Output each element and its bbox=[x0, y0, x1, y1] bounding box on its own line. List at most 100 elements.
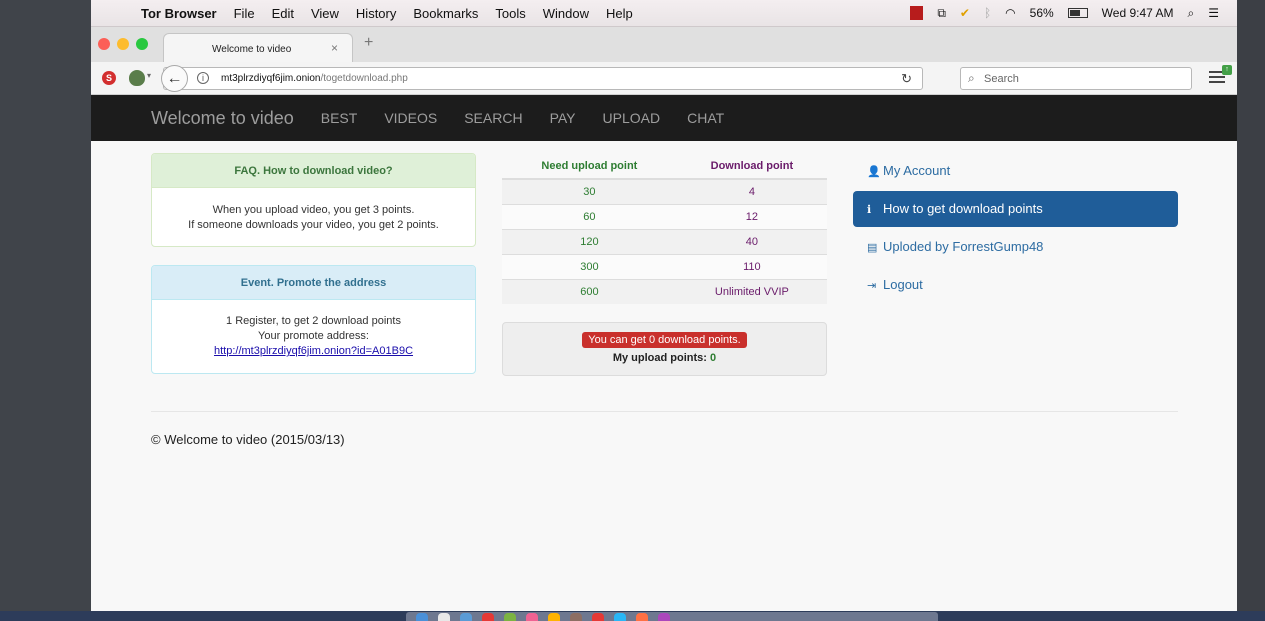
site-navbar: Welcome to video BEST VIDEOS SEARCH PAY … bbox=[91, 95, 1237, 141]
upload-cell: 60 bbox=[502, 203, 677, 229]
column-header-download: Download point bbox=[676, 153, 827, 180]
dock-app-icon[interactable] bbox=[438, 613, 450, 621]
clock[interactable]: Wed 9:47 AM bbox=[1102, 6, 1174, 20]
upload-cell: 120 bbox=[502, 228, 677, 254]
noscript-icon[interactable]: S bbox=[102, 71, 116, 85]
tab-active[interactable]: Welcome to video × bbox=[163, 33, 353, 62]
menu-bookmarks[interactable]: Bookmarks bbox=[413, 6, 478, 21]
url-path: /togetdownload.php bbox=[320, 73, 408, 84]
dock-app-icon[interactable] bbox=[592, 613, 604, 621]
sidebar-item-label: How to get download points bbox=[883, 201, 1043, 216]
nav-chat[interactable]: CHAT bbox=[687, 110, 724, 126]
column-header-upload: Need upload point bbox=[502, 153, 677, 180]
upload-cell: 30 bbox=[502, 178, 677, 204]
close-window-button[interactable] bbox=[98, 38, 110, 50]
points-status-box: You can get 0 download points. My upload… bbox=[502, 322, 827, 376]
table-row: 600 Unlimited VVIP bbox=[502, 278, 827, 304]
notification-center-icon[interactable]: ☰ bbox=[1208, 6, 1219, 20]
tor-status-icon[interactable] bbox=[910, 6, 924, 20]
menu-view[interactable]: View bbox=[311, 6, 339, 21]
sidebar-item-uploaded-by[interactable]: ▤ Uploded by ForrestGump48 bbox=[853, 229, 1178, 265]
tab-close-icon[interactable]: × bbox=[331, 41, 338, 55]
nav-upload[interactable]: UPLOAD bbox=[603, 110, 661, 126]
tor-onion-icon[interactable] bbox=[129, 70, 145, 86]
download-cell: 4 bbox=[676, 178, 827, 204]
menu-file[interactable]: File bbox=[234, 6, 255, 21]
menu-window[interactable]: Window bbox=[543, 6, 589, 21]
status-area: ⧉ ✔ ᛒ ◠ 56% Wed 9:47 AM ⌕ ☰ bbox=[910, 6, 1237, 21]
nav-pay[interactable]: PAY bbox=[550, 110, 576, 126]
minimize-window-button[interactable] bbox=[117, 38, 129, 50]
new-tab-button[interactable]: + bbox=[364, 34, 373, 52]
table-row: 300 110 bbox=[502, 253, 827, 279]
sidebar-item-my-account[interactable]: 👤 My Account bbox=[853, 153, 1178, 189]
points-table: Need upload point Download point 30 4 60… bbox=[502, 153, 827, 304]
download-points-alert: You can get 0 download points. bbox=[582, 332, 747, 348]
dock-app-icon[interactable] bbox=[526, 613, 538, 621]
faq-line: If someone downloads your video, you get… bbox=[188, 219, 439, 231]
upload-points-line: My upload points: 0 bbox=[503, 352, 826, 364]
dock-app-icon[interactable] bbox=[614, 613, 626, 621]
account-sidebar: 👤 My Account ℹ How to get download points … bbox=[853, 153, 1178, 305]
info-circle-icon: ℹ bbox=[867, 204, 872, 216]
nav-best[interactable]: BEST bbox=[321, 110, 358, 126]
faq-panel: FAQ. How to download video? When you upl… bbox=[151, 153, 476, 247]
zoom-window-button[interactable] bbox=[136, 38, 148, 50]
promote-link[interactable]: http://mt3plrzdiyqf6jim.onion?id=A01B9C bbox=[214, 345, 413, 357]
table-row: 30 4 bbox=[502, 178, 827, 204]
dock-app-icon[interactable] bbox=[658, 613, 670, 621]
url-bar[interactable]: ← i mt3plrzdiyqf6jim.onion/togetdownload… bbox=[161, 65, 923, 92]
screen-mirror-icon[interactable]: ⧉ bbox=[937, 6, 946, 21]
menu-history[interactable]: History bbox=[356, 6, 396, 21]
dock-app-icon[interactable] bbox=[548, 613, 560, 621]
update-badge-icon: ↑ bbox=[1222, 65, 1232, 75]
dock-app-icon[interactable] bbox=[504, 613, 516, 621]
menu-icon[interactable]: ↑ bbox=[1209, 65, 1232, 85]
search-placeholder: Search bbox=[984, 73, 1019, 85]
chevron-down-icon[interactable]: ▾ bbox=[147, 71, 151, 80]
site-info-icon[interactable]: i bbox=[197, 72, 209, 84]
spotlight-icon[interactable]: ⌕ bbox=[1188, 6, 1195, 21]
nav-search[interactable]: SEARCH bbox=[464, 110, 522, 126]
dock-app-icon[interactable] bbox=[636, 613, 648, 621]
wifi-icon[interactable]: ◠ bbox=[1005, 6, 1015, 20]
url-text[interactable]: mt3plrzdiyqf6jim.onion/togetdownload.php bbox=[221, 73, 408, 84]
dock-app-icon[interactable] bbox=[570, 613, 582, 621]
nav-videos[interactable]: VIDEOS bbox=[384, 110, 437, 126]
logout-icon: ⇥ bbox=[867, 280, 877, 292]
browser-window: Tor Browser File Edit View History Bookm… bbox=[91, 0, 1237, 611]
battery-icon[interactable] bbox=[1067, 8, 1088, 18]
bluetooth-icon[interactable]: ᛒ bbox=[984, 6, 991, 20]
site-brand[interactable]: Welcome to video bbox=[151, 108, 294, 129]
event-line: 1 Register, to get 2 download points bbox=[226, 315, 401, 327]
menu-help[interactable]: Help bbox=[606, 6, 633, 21]
menu-app-name[interactable]: Tor Browser bbox=[141, 6, 217, 21]
sidebar-item-download-points[interactable]: ℹ How to get download points bbox=[853, 191, 1178, 227]
reload-icon[interactable]: ↻ bbox=[901, 71, 912, 87]
download-cell: 110 bbox=[676, 253, 827, 279]
download-cell: Unlimited VVIP bbox=[676, 278, 827, 304]
dock-app-icon[interactable] bbox=[482, 613, 494, 621]
checkmark-icon[interactable]: ✔ bbox=[960, 6, 970, 20]
dock-app-icon[interactable] bbox=[460, 613, 472, 621]
faq-line: When you upload video, you get 3 points. bbox=[212, 204, 415, 216]
upload-cell: 600 bbox=[502, 278, 677, 304]
event-line: Your promote address: bbox=[258, 330, 369, 342]
menu-edit[interactable]: Edit bbox=[272, 6, 294, 21]
sidebar-item-label: My Account bbox=[883, 163, 951, 178]
menu-tools[interactable]: Tools bbox=[495, 6, 525, 21]
battery-percent: 56% bbox=[1029, 6, 1054, 20]
search-input[interactable]: ⌕ Search bbox=[960, 67, 1192, 90]
event-body: 1 Register, to get 2 download points You… bbox=[152, 300, 475, 359]
back-button[interactable]: ← bbox=[161, 65, 188, 92]
footer-divider bbox=[151, 411, 1178, 412]
url-domain: mt3plrzdiyqf6jim.onion bbox=[221, 73, 321, 84]
sidebar-item-logout[interactable]: ⇥ Logout bbox=[853, 267, 1178, 303]
table-row: 120 40 bbox=[502, 228, 827, 254]
download-cell: 12 bbox=[676, 203, 827, 229]
dock-app-icon[interactable] bbox=[416, 613, 428, 621]
download-cell: 40 bbox=[676, 228, 827, 254]
footer-text: © Welcome to video (2015/03/13) bbox=[151, 432, 345, 447]
dock bbox=[406, 612, 938, 621]
table-row: 60 12 bbox=[502, 203, 827, 229]
